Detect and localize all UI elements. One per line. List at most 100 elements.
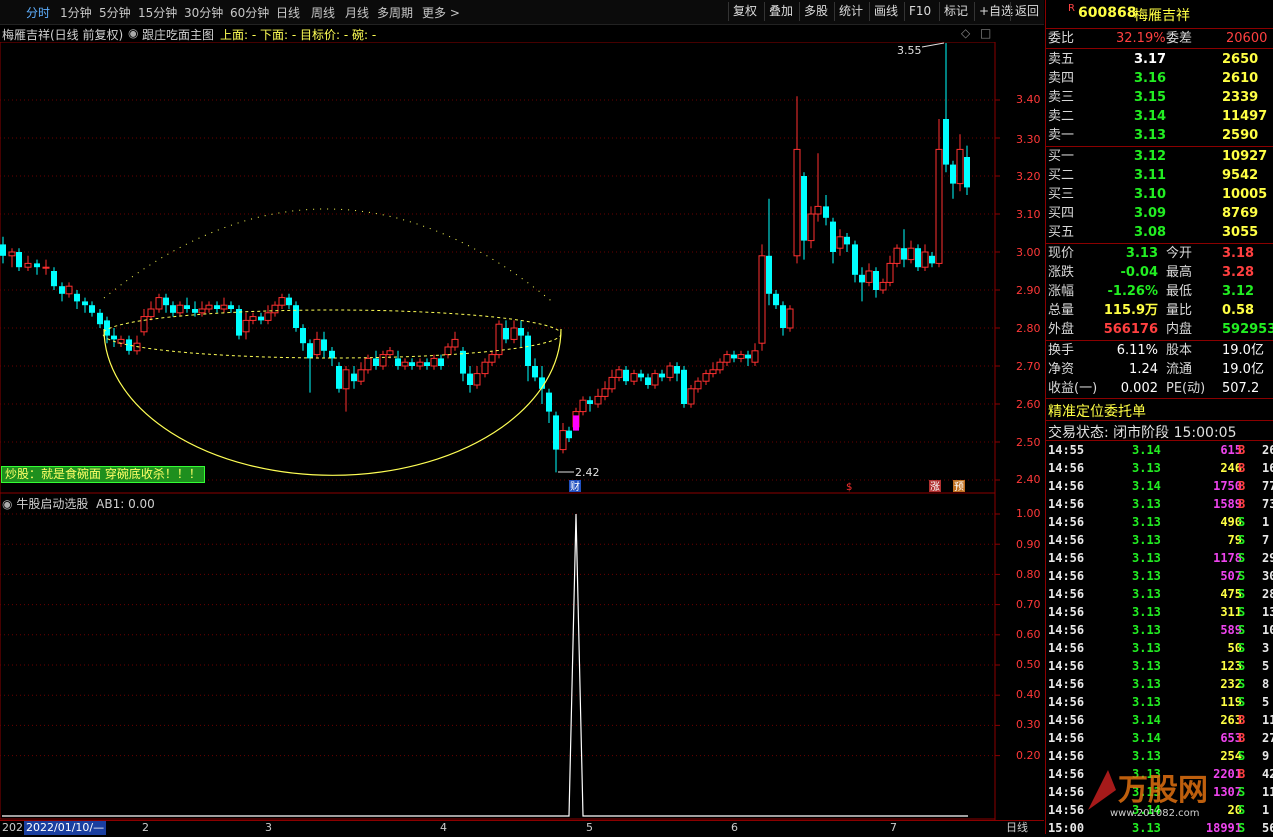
stats-button[interactable]: 统计 [834,2,867,21]
forecast-marker[interactable]: 预 [954,481,964,493]
stock-code: 600868 [1078,5,1137,21]
tick-time: 14:56 [1048,713,1085,727]
price-tick-label: 2.90 [1016,284,1041,297]
fuquan-button[interactable]: 复权 [728,2,761,21]
ask-row[interactable]: 卖四 3.16 2610 [1048,69,1273,88]
ask-label: 卖一 [1048,128,1075,143]
candle-body [859,274,865,283]
tab-period-monthly[interactable]: 月线 [345,4,369,21]
signal-tick-label: 0.40 [1016,688,1041,701]
signal-chart[interactable] [0,493,1044,820]
price-tick-label: 2.70 [1016,360,1041,373]
bid-row[interactable]: 买一 3.12 10927 [1048,147,1273,166]
tick-count: 5 [1262,695,1270,709]
tick-count: 56 [1262,821,1273,835]
tick-side: S [1238,623,1246,637]
tab-period-daily[interactable]: 日线 [276,4,300,21]
tab-period-intraday[interactable]: 分时 [26,4,50,21]
cursor-date: 2022/01/10/— [24,821,107,835]
bid-price: 3.11 [1134,168,1167,183]
multi-stock-button[interactable]: 多股 [799,2,832,21]
bid-row[interactable]: 买五 3.08 3055 [1048,223,1273,242]
stat-value: 0.002 [1120,381,1158,396]
tick-count: 11 [1262,785,1273,799]
f10-button[interactable]: F10 [904,2,935,21]
candle-body [140,316,148,333]
mark-button[interactable]: 标记 [939,2,972,21]
stat-value: 1.24 [1129,362,1158,377]
tick-count: 73 [1262,497,1273,511]
candle-body [264,312,272,321]
tab-period-more[interactable]: 更多 > [422,4,460,21]
candle-body [921,251,929,268]
candle-body [709,369,717,375]
indicator-name[interactable]: 跟庄吃面主图 [142,26,214,43]
candle-body [786,308,794,329]
ask-row[interactable]: 卖三 3.15 2339 [1048,88,1273,107]
tab-daily[interactable]: 日线 [1006,821,1028,835]
candle-body [651,373,659,386]
ask-row[interactable]: 卖五 3.17 2650 [1048,50,1273,69]
stat-value: 0.58 [1222,303,1255,318]
bid-row[interactable]: 买三 3.10 10005 [1048,185,1273,204]
tick-count: 16 [1262,461,1273,475]
ask-row[interactable]: 卖一 3.13 2590 [1048,126,1273,145]
candle-body [111,335,117,340]
tick-time: 14:56 [1048,569,1085,583]
back-button[interactable]: 返回 [1010,2,1043,21]
stat-value: -0.04 [1120,265,1158,280]
bid-price: 3.09 [1134,206,1167,221]
finance-marker[interactable]: 财 [570,480,580,493]
indicator-toggle-icon[interactable]: ◉ [128,26,138,40]
section-title: 精准定位委托单 [1048,404,1146,420]
candle-body [737,354,745,359]
candle-body [758,255,766,344]
dollar-marker[interactable]: $ [846,482,852,493]
bid-label: 买五 [1048,225,1075,240]
diamond-icon[interactable]: ◇ [961,26,970,40]
candle-body [801,176,807,241]
signal-tick-label: 0.90 [1016,538,1041,551]
candle-body [74,293,80,302]
overlay-button[interactable]: 叠加 [764,2,797,21]
candle-body [807,213,815,242]
candle-body [532,366,538,378]
candle-body [893,247,901,264]
rise-marker[interactable]: 涨 [930,481,940,493]
candlestick-chart[interactable]: 3.55 2.42财 $ 涨 预 [0,42,1044,494]
tick-count: 30 [1262,569,1273,583]
candle-body [170,305,176,313]
quote-panel: R 600868 梅雁吉祥 委比 32.19% 委差 20600 卖五 3.17 2… [1045,0,1273,835]
draw-button[interactable]: 画线 [869,2,902,21]
stock-name: 梅雁吉祥 [1134,8,1190,24]
candle-body [546,392,552,412]
candle-body [638,373,644,378]
tick-time: 15:00 [1048,821,1085,835]
stat-label: 流通 [1166,362,1193,377]
tab-period-60min[interactable]: 60分钟 [230,4,269,21]
tick-side: S [1238,785,1246,799]
ask-row[interactable]: 卖二 3.14 11497 [1048,107,1273,126]
tick-time: 14:56 [1048,587,1085,601]
tick-count: 27 [1262,731,1273,745]
tick-price: 3.13 [1132,551,1161,565]
tick-row: 14:56 3.13 507 S 30 [1048,567,1273,585]
tab-period-5min[interactable]: 5分钟 [99,4,131,21]
weicha-value: 20600 [1226,31,1268,46]
tab-period-1min[interactable]: 1分钟 [60,4,92,21]
tick-time: 14:56 [1048,731,1085,745]
window-icon[interactable]: □ [980,26,991,40]
tab-period-weekly[interactable]: 周线 [311,4,335,21]
tab-period-15min[interactable]: 15分钟 [138,4,177,21]
candle-body [386,350,394,356]
tick-price: 3.13 [1132,461,1161,475]
bid-price: 3.08 [1134,225,1167,240]
stat-value: 566176 [1103,322,1158,337]
candle-body [674,366,680,374]
tab-period-30min[interactable]: 30分钟 [184,4,223,21]
bid-row[interactable]: 买二 3.11 9542 [1048,166,1273,185]
stat-label: 收益(一) [1048,381,1098,396]
candle-body [943,119,949,165]
bid-row[interactable]: 买四 3.09 8769 [1048,204,1273,223]
tab-period-multi[interactable]: 多周期 [377,4,413,21]
